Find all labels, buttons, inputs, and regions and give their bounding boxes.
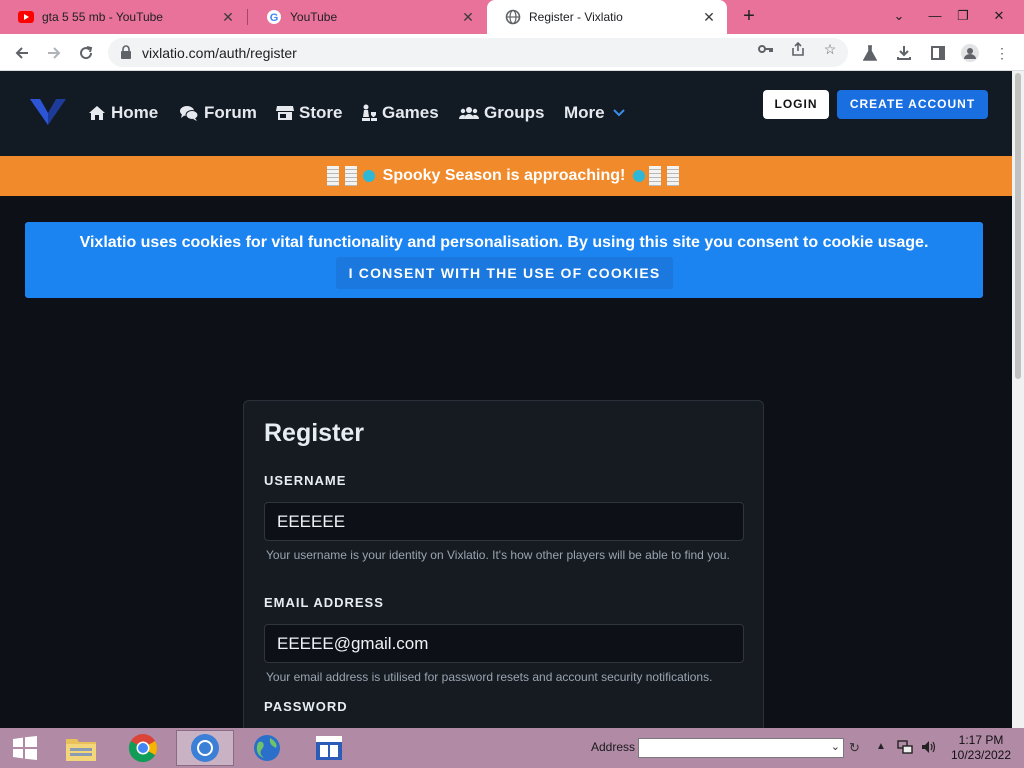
nav-home[interactable]: Home <box>88 103 158 123</box>
scrollbar-thumb[interactable] <box>1015 73 1021 379</box>
clock-date: 10/23/2022 <box>950 748 1012 762</box>
username-input[interactable]: EEEEEE <box>264 502 744 541</box>
orb-icon <box>362 170 375 182</box>
tab-title: Register - Vixlatio <box>529 10 623 24</box>
windows-logo-icon <box>13 736 37 760</box>
password-label: PASSWORD <box>264 699 348 714</box>
cookie-consent-button[interactable]: I CONSENT WITH THE USE OF COOKIES <box>336 257 673 289</box>
promo-banner[interactable]: Spooky Season is approaching! <box>0 156 1012 196</box>
orb-icon <box>633 170 646 182</box>
volume-icon[interactable] <box>921 740 937 759</box>
nav-groups[interactable]: Groups <box>459 103 544 123</box>
tab-search-chevron-icon[interactable]: ⌄ <box>882 0 916 34</box>
page-scrollbar[interactable] <box>1012 71 1024 728</box>
chevron-down-icon[interactable]: ⌄ <box>831 740 840 753</box>
stack-icon <box>326 166 339 186</box>
tab-youtube[interactable]: G YouTube ✕ <box>248 0 486 34</box>
nav-groups-label: Groups <box>484 103 545 122</box>
email-help: Your email address is utilised for passw… <box>266 670 713 684</box>
cookie-notice: Vixlatio uses cookies for vital function… <box>25 222 983 298</box>
chess-icon <box>361 104 377 122</box>
decoration-left <box>326 166 375 186</box>
tab-register-vixlatio[interactable]: Register - Vixlatio ✕ <box>487 0 727 34</box>
chrome-taskbar-icon[interactable] <box>114 730 172 766</box>
home-icon <box>88 105 106 121</box>
forward-icon[interactable] <box>42 41 66 65</box>
create-account-button[interactable]: CREATE ACCOUNT <box>837 90 988 119</box>
back-icon[interactable] <box>10 41 34 65</box>
network-icon[interactable] <box>897 740 913 759</box>
users-icon <box>459 105 479 121</box>
email-label: EMAIL ADDRESS <box>264 595 384 610</box>
nav-games[interactable]: Games <box>361 103 439 123</box>
taskbar-address-input[interactable]: ⌄ <box>638 738 844 758</box>
go-refresh-icon[interactable]: ↻ <box>849 740 860 756</box>
stack-icon <box>344 166 357 186</box>
stack-icon <box>649 166 662 186</box>
system-clock[interactable]: 1:17 PM 10/23/2022 <box>944 733 1018 763</box>
nav-store[interactable]: Store <box>276 103 342 123</box>
site-navbar: Home Forum Store Games Groups More LOGIN… <box>0 71 1012 156</box>
download-icon[interactable] <box>894 43 914 63</box>
youtube-icon <box>18 9 34 25</box>
profile-avatar-icon[interactable] <box>960 43 980 63</box>
clock-time: 1:17 PM <box>958 733 1004 747</box>
globe-icon <box>505 9 521 25</box>
close-tab-icon[interactable]: ✕ <box>218 9 238 26</box>
nav-forum[interactable]: Forum <box>179 103 257 123</box>
comments-icon <box>179 105 199 121</box>
close-tab-icon[interactable]: ✕ <box>699 9 719 26</box>
nav-more[interactable]: More <box>564 103 625 123</box>
lock-icon[interactable] <box>120 45 132 64</box>
cookie-message: Vixlatio uses cookies for vital function… <box>79 234 929 251</box>
tab-title: gta 5 55 mb - YouTube <box>42 10 163 24</box>
svg-text:G: G <box>270 12 279 24</box>
nav-home-label: Home <box>111 103 159 122</box>
tab-title: YouTube <box>290 10 338 24</box>
chevron-down-icon <box>612 109 625 117</box>
vixlatio-logo[interactable] <box>30 97 66 132</box>
windows-taskbar: Address ⌄ ↻ ▲ 1:17 PM 10/23/2022 <box>0 728 1024 768</box>
app-window-icon[interactable] <box>300 730 358 766</box>
email-input[interactable]: EEEEE@gmail.com <box>264 624 744 663</box>
form-title: Register <box>264 419 365 447</box>
page-viewport: Home Forum Store Games Groups More LOGIN… <box>0 71 1012 728</box>
google-icon: G <box>266 9 282 25</box>
reload-icon[interactable] <box>74 41 98 65</box>
username-label: USERNAME <box>264 473 347 488</box>
key-icon[interactable] <box>757 40 775 58</box>
address-bar[interactable]: vixlatio.com/auth/register <box>108 38 848 67</box>
stack-icon <box>667 166 680 186</box>
side-panel-icon[interactable] <box>928 43 948 63</box>
file-explorer-icon[interactable] <box>52 730 110 766</box>
window-close-icon[interactable]: ✕ <box>982 0 1016 34</box>
login-button[interactable]: LOGIN <box>763 90 829 119</box>
address-toolbar-label: Address <box>591 740 636 754</box>
start-button[interactable] <box>0 730 50 766</box>
bookmark-star-icon[interactable]: ☆ <box>821 40 839 58</box>
nav-forum-label: Forum <box>204 103 257 122</box>
restore-icon[interactable]: ❐ <box>946 0 980 34</box>
tab-youtube-video[interactable]: gta 5 55 mb - YouTube ✕ <box>0 0 246 34</box>
store-icon <box>276 105 294 121</box>
url-text: vixlatio.com/auth/register <box>142 45 297 61</box>
chrome-active-window-icon[interactable] <box>176 730 234 766</box>
browser-globe-icon[interactable] <box>238 730 296 766</box>
browser-menu-icon[interactable]: ⋮ <box>992 43 1012 63</box>
browser-tabstrip: gta 5 55 mb - YouTube ✕ G YouTube ✕ Regi… <box>0 0 1024 34</box>
decoration-right <box>633 166 685 186</box>
browser-toolbar: vixlatio.com/auth/register ☆ ⋮ <box>0 34 1024 71</box>
username-help: Your username is your identity on Vixlat… <box>266 548 730 562</box>
nav-more-label: More <box>564 103 605 122</box>
show-hidden-icons-chevron[interactable]: ▲ <box>876 741 886 752</box>
nav-store-label: Store <box>299 103 343 122</box>
close-tab-icon[interactable]: ✕ <box>458 9 478 26</box>
register-form-card: Register USERNAME EEEEEE Your username i… <box>243 400 764 728</box>
new-tab-button[interactable]: + <box>738 6 760 28</box>
promo-text: Spooky Season is approaching! <box>382 167 626 184</box>
nav-games-label: Games <box>382 103 439 122</box>
share-icon[interactable] <box>789 40 807 58</box>
labs-flask-icon[interactable] <box>860 43 880 63</box>
